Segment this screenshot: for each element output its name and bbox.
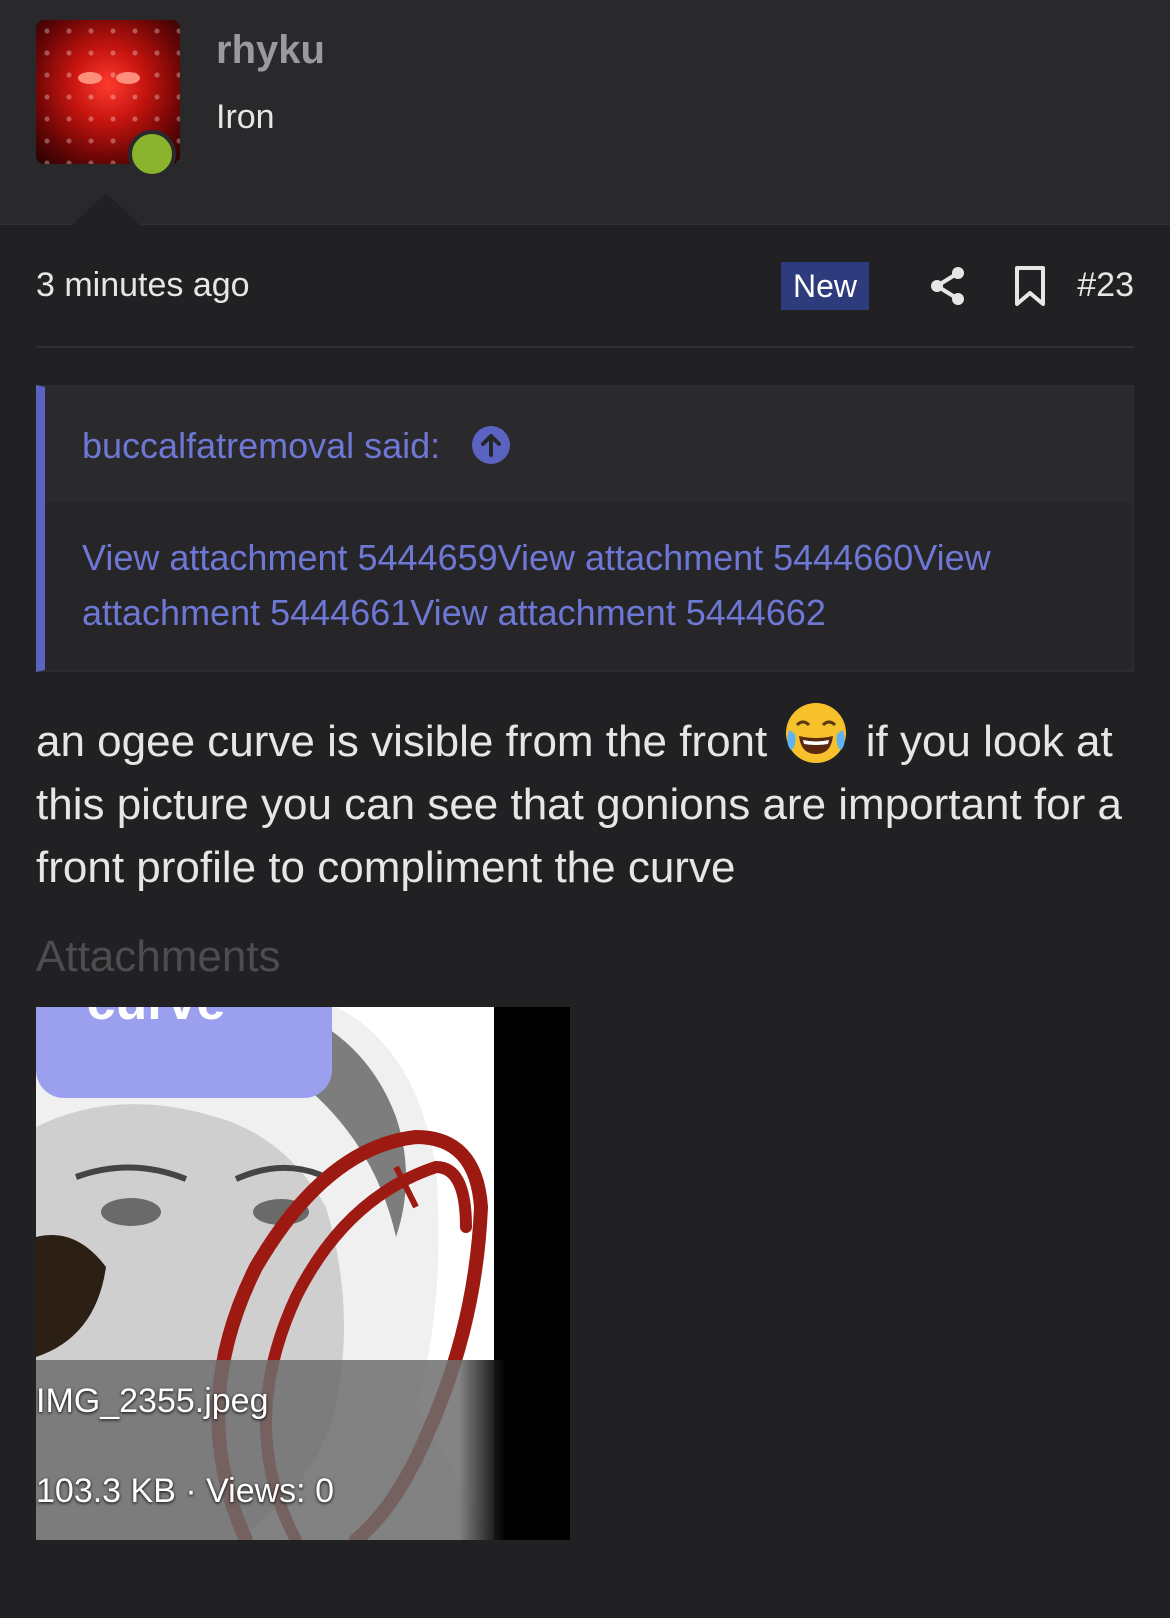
post-timestamp[interactable]: 3 minutes ago bbox=[36, 266, 250, 305]
attachment-filename[interactable]: IMG_2355.jpeg bbox=[36, 1382, 269, 1421]
post-meta: 3 minutes ago New #23 bbox=[36, 258, 1134, 314]
quote-block: buccalfatremoval said: View attachment 5… bbox=[36, 385, 1134, 672]
attachment-image-text: curve bbox=[87, 1007, 226, 1031]
attachment-thumbnail[interactable]: curve bbox=[36, 1007, 570, 1540]
header-caret bbox=[72, 193, 140, 225]
face-with-tears-of-joy-icon bbox=[786, 703, 847, 763]
online-status-dot bbox=[128, 130, 176, 178]
quote-header: buccalfatremoval said: bbox=[45, 387, 1132, 502]
bookmark-icon[interactable] bbox=[1008, 264, 1052, 308]
quote-author[interactable]: buccalfatremoval said: bbox=[82, 425, 440, 466]
user-header: rhyku Iron bbox=[0, 0, 1170, 225]
arrow-up-circle-icon[interactable] bbox=[472, 426, 511, 465]
avatar-eye bbox=[116, 72, 140, 84]
attachment-meta: 103.3 KB · Views: 0 bbox=[36, 1472, 334, 1510]
new-badge: New bbox=[781, 262, 870, 310]
share-icon[interactable] bbox=[926, 264, 970, 308]
post-number[interactable]: #23 bbox=[1077, 266, 1134, 305]
post-body: an ogee curve is visible from the front … bbox=[36, 700, 1146, 899]
avatar-eye bbox=[78, 72, 102, 84]
post-text-part: an ogee curve is visible from the front bbox=[36, 717, 768, 766]
username[interactable]: rhyku bbox=[216, 28, 325, 73]
user-title: Iron bbox=[216, 98, 275, 136]
divider bbox=[36, 346, 1134, 348]
attachments-heading: Attachments bbox=[36, 932, 281, 981]
quote-text[interactable]: View attachment 5444659View attachment 5… bbox=[45, 502, 1132, 640]
